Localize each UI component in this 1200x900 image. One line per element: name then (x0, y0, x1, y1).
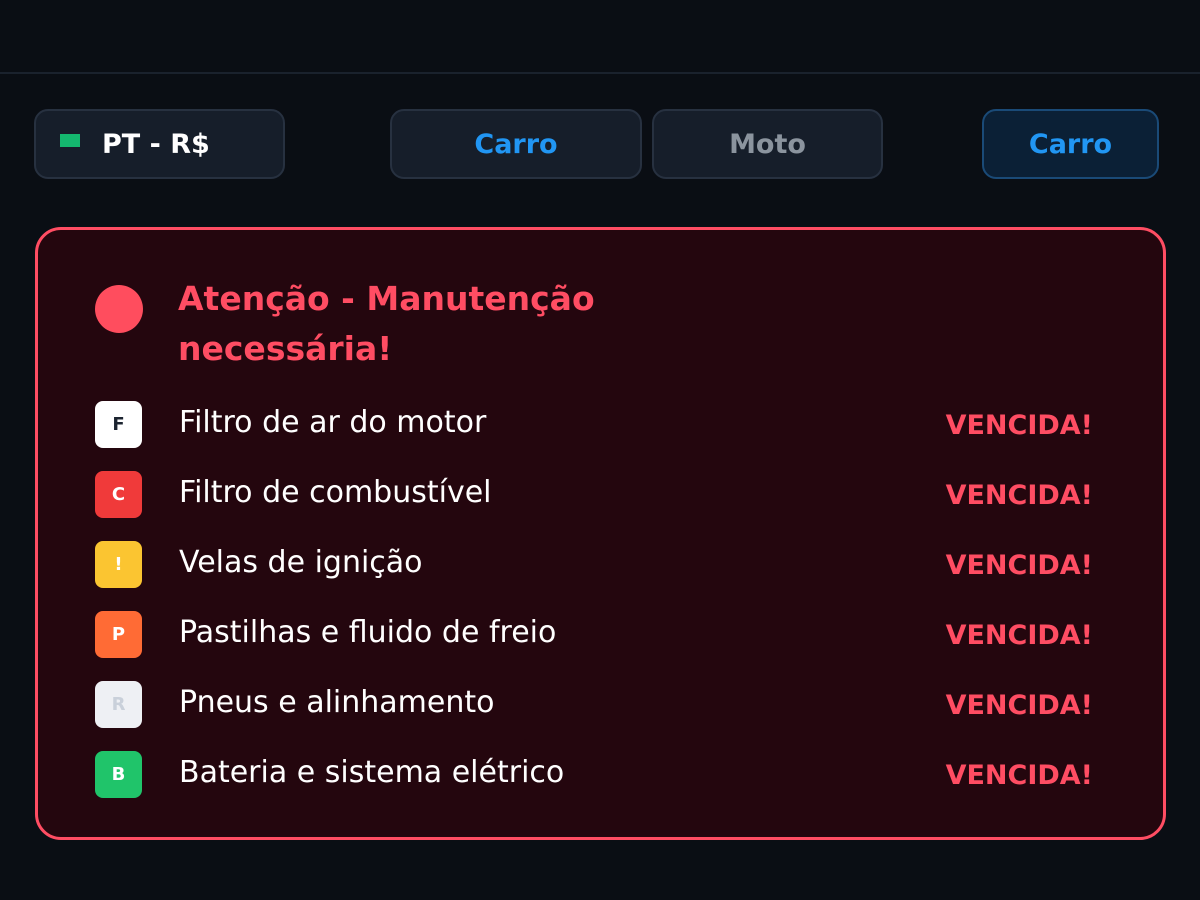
item-status: VENCIDA! (945, 410, 1093, 441)
alert-dot-icon (95, 285, 143, 333)
item-badge-icon: B (95, 751, 142, 798)
tab-moto-label: Moto (729, 128, 806, 160)
item-label: Pneus e alinhamento (179, 685, 495, 720)
maintenance-alert-panel: Atenção - Manutenção necessária! F Filtr… (35, 227, 1166, 840)
maintenance-item: C Filtro de combustível VENCIDA! (93, 471, 1093, 519)
item-status: VENCIDA! (945, 480, 1093, 511)
tab-moto[interactable]: Moto (652, 109, 883, 179)
alert-title: Atenção - Manutenção necessária! (178, 279, 595, 368)
item-badge-icon: P (95, 611, 142, 658)
tab-carro-label: Carro (474, 128, 558, 160)
item-label: Pastilhas e fluido de freio (179, 615, 557, 650)
maintenance-item: P Pastilhas e fluido de freio VENCIDA! (93, 611, 1093, 659)
item-badge-icon: R (95, 681, 142, 728)
maintenance-item: R Pneus e alinhamento VENCIDA! (93, 681, 1093, 729)
item-status: VENCIDA! (945, 760, 1093, 791)
maintenance-item: ! Velas de ignição VENCIDA! (93, 541, 1093, 589)
maintenance-item: F Filtro de ar do motor VENCIDA! (93, 401, 1093, 449)
language-currency-button[interactable]: PT - R$ (34, 109, 285, 179)
flag-icon (60, 133, 80, 147)
item-status: VENCIDA! (945, 620, 1093, 651)
vehicle-mode-label: Carro (1028, 128, 1113, 160)
item-label: Velas de ignição (179, 545, 423, 580)
item-badge-icon: F (95, 401, 142, 448)
maintenance-item: B Bateria e sistema elétrico VENCIDA! (93, 751, 1093, 799)
top-bar (0, 0, 1200, 74)
item-status: VENCIDA! (945, 690, 1093, 721)
item-status: VENCIDA! (945, 550, 1093, 581)
item-label: Filtro de combustível (179, 475, 492, 510)
language-label: PT - R$ (102, 128, 210, 160)
tab-carro[interactable]: Carro (390, 109, 642, 179)
item-badge-icon: ! (95, 541, 142, 588)
item-label: Filtro de ar do motor (179, 405, 487, 440)
item-badge-icon: C (95, 471, 142, 518)
item-label: Bateria e sistema elétrico (179, 755, 565, 790)
vehicle-mode-button[interactable]: Carro (982, 109, 1159, 179)
